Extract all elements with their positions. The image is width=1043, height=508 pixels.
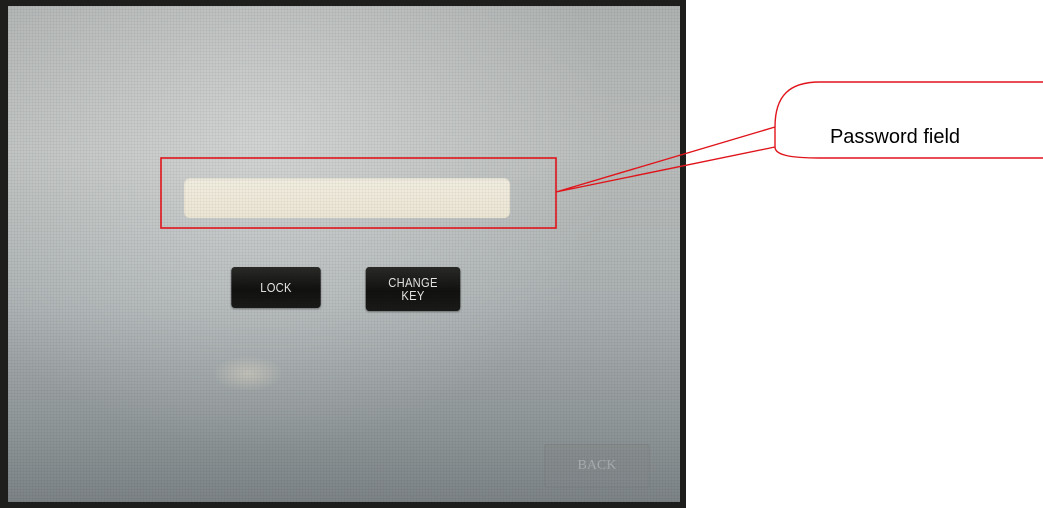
password-input[interactable] bbox=[184, 178, 510, 218]
device-screen: LOCK CHANGE KEY BACK bbox=[8, 6, 680, 502]
back-button[interactable]: BACK bbox=[544, 444, 650, 488]
device-photo-frame: LOCK CHANGE KEY BACK bbox=[0, 0, 686, 508]
callout-label: Password field bbox=[829, 126, 961, 148]
document-page: LOCK CHANGE KEY BACK Password field bbox=[0, 0, 1043, 508]
screen-glare bbox=[213, 356, 283, 391]
change-key-button[interactable]: CHANGE KEY bbox=[365, 267, 461, 311]
lock-button[interactable]: LOCK bbox=[231, 267, 321, 308]
